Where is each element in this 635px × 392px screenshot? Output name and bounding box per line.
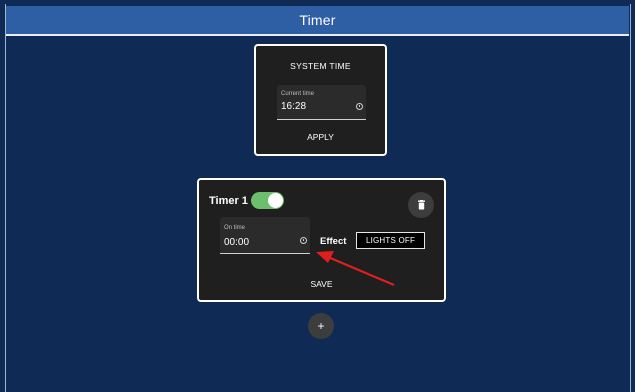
current-time-value: 16:28 [281,101,307,112]
apply-button[interactable]: APPLY [256,132,385,142]
page-title: Timer [299,12,336,28]
on-time-value: 00:00 [224,237,250,248]
effect-select-button[interactable]: LIGHTS OFF [356,232,425,249]
delete-timer-button[interactable] [408,192,434,218]
trash-icon [417,200,425,210]
on-time-label: On time [224,225,246,231]
timer-name: Timer 1 [209,195,248,207]
toggle-knob [268,193,283,208]
header-bar: Timer [6,6,629,36]
clock-icon[interactable] [356,103,363,110]
on-time-field[interactable]: On time 00:00 [220,217,310,254]
system-time-title: SYSTEM TIME [290,61,351,71]
current-time-field[interactable]: Current time 16:28 [277,85,366,120]
effect-label: Effect [320,236,347,247]
clock-icon[interactable] [300,237,307,244]
timer-card: Timer 1 On time 00:00 Effect LIGHTS OFF … [197,178,446,302]
save-button[interactable]: SAVE [199,279,444,289]
timer-page: Timer SYSTEM TIME Current time 16:28 APP… [0,0,635,392]
timer-enabled-toggle[interactable] [251,192,284,209]
current-time-label: Current time [281,91,315,97]
system-time-card: SYSTEM TIME Current time 16:28 APPLY [254,44,387,156]
add-timer-button[interactable]: + [308,313,334,339]
